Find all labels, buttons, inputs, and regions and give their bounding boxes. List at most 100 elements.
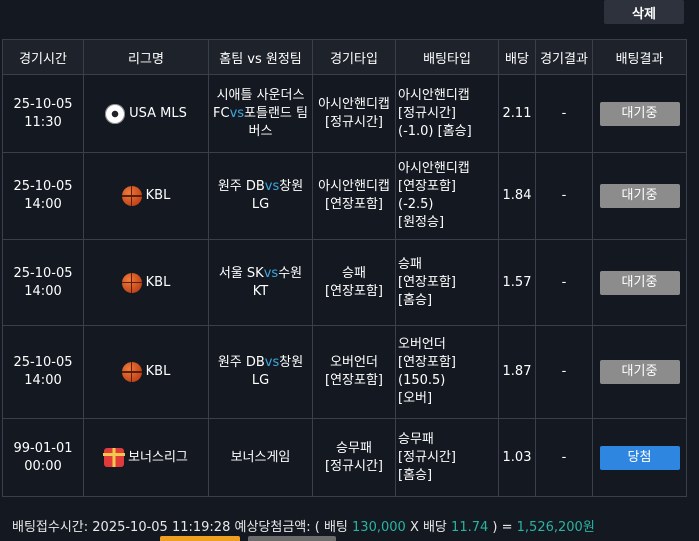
total-odds: 11.74 bbox=[451, 520, 489, 535]
league-name: 보너스리그 bbox=[128, 449, 188, 465]
odds-cell: 1.03 bbox=[498, 418, 536, 497]
game-date: 25-10-05 bbox=[13, 179, 73, 194]
table-row: 25-10-05 14:00 KBL 원주 DBvs창원 LG 오버언더 [연장… bbox=[2, 325, 687, 419]
table-row: 25-10-05 11:30 USA MLS 시애틀 사운더스 FCvs포틀랜드… bbox=[2, 74, 687, 153]
game-type-cell: 아시안핸디캡 [정규시간] bbox=[312, 74, 396, 153]
game-type-cell: 승패 [연장포함] bbox=[312, 239, 396, 326]
game-type: 아시안핸디캡 bbox=[318, 96, 390, 112]
bet-type-line: [연장포함] bbox=[398, 355, 456, 370]
status-badge[interactable]: 대기중 bbox=[599, 101, 680, 126]
equals-label: ) = bbox=[492, 520, 513, 535]
game-time-cell: 25-10-05 14:00 bbox=[2, 152, 84, 240]
bottom-button-partial-orange[interactable] bbox=[160, 536, 240, 541]
bet-amount: 130,000 bbox=[352, 520, 406, 535]
header-game-type: 경기타입 bbox=[312, 39, 396, 75]
bet-result-cell: 대기중 bbox=[592, 74, 687, 153]
table-row: 25-10-05 14:00 KBL 원주 DBvs창원 LG 아시안핸디캡 [… bbox=[2, 152, 687, 240]
game-type: 승무패 bbox=[336, 440, 372, 456]
game-type-cell: 승무패 [정규시간] bbox=[312, 418, 396, 497]
bet-summary: 배팅접수시간: 2025-10-05 11:19:28 예상당첨금액: ( 배팅… bbox=[12, 516, 595, 535]
game-date: 25-10-05 bbox=[13, 96, 73, 112]
game-time-cell: 25-10-05 14:00 bbox=[2, 239, 84, 326]
game-time: 14:00 bbox=[24, 283, 62, 299]
bet-result-cell: 대기중 bbox=[592, 152, 687, 240]
odds-cell: 2.11 bbox=[498, 74, 536, 153]
game-type-cell: 오버언더 [연장포함] bbox=[312, 325, 396, 419]
odds-cell: 1.87 bbox=[498, 325, 536, 419]
match-name: 보너스게임 bbox=[230, 449, 291, 465]
game-period: [정규시간] bbox=[325, 458, 383, 474]
game-date: 25-10-05 bbox=[13, 265, 73, 281]
game-period: [연장포함] bbox=[325, 373, 383, 388]
vs-label: vs bbox=[229, 105, 245, 121]
header-league: 리그명 bbox=[83, 39, 209, 75]
status-badge-win[interactable]: 당첨 bbox=[599, 445, 680, 470]
league-cell: USA MLS bbox=[83, 74, 209, 153]
bottom-button-partial-gray[interactable] bbox=[248, 536, 336, 541]
bet-type-line: 아시안핸디캡 bbox=[398, 87, 470, 103]
header-bet-type: 배팅타입 bbox=[395, 39, 499, 75]
bet-type-line: 승패 bbox=[398, 256, 422, 272]
odds-cell: 1.84 bbox=[498, 152, 536, 240]
delete-button[interactable]: 삭제 bbox=[604, 0, 684, 24]
bet-type-cell: 아시안핸디캡 [연장포함] (-2.5) [원정승] bbox=[395, 152, 499, 240]
bet-type-line: (150.5) bbox=[398, 373, 446, 388]
bet-result-cell: 대기중 bbox=[592, 325, 687, 419]
bet-type-line: 오버언더 bbox=[398, 337, 446, 352]
league-name: KBL bbox=[145, 188, 171, 203]
bet-type-line: [원정승] bbox=[398, 215, 445, 230]
game-time-cell: 99-01-01 00:00 bbox=[2, 418, 84, 497]
game-time: 11:30 bbox=[24, 114, 62, 130]
bet-type-line: 아시안핸디캡 bbox=[398, 161, 470, 176]
teams-cell: 보너스게임 bbox=[208, 418, 313, 497]
game-type-cell: 아시안핸디캡 [연장포함] bbox=[312, 152, 396, 240]
bet-type-cell: 아시안핸디캡 [정규시간] (-1.0) [홈승] bbox=[395, 74, 499, 153]
game-type: 오버언더 bbox=[330, 355, 378, 370]
basketball-icon bbox=[121, 186, 142, 206]
vs-label: vs bbox=[264, 355, 280, 370]
header-odds: 배당 bbox=[498, 39, 536, 75]
game-type: 승패 bbox=[342, 265, 366, 281]
game-result-cell: - bbox=[535, 418, 593, 497]
bet-type-cell: 승패 [연장포함] [홈승] bbox=[395, 239, 499, 326]
header-game-time: 경기시간 bbox=[2, 39, 84, 75]
bet-history-page: 삭제 경기시간 리그명 홈팀 vs 원정팀 경기타입 배팅타입 배당 경기결과 … bbox=[0, 0, 699, 541]
game-time-cell: 25-10-05 11:30 bbox=[2, 74, 84, 153]
home-team: 서울 SK bbox=[218, 265, 264, 281]
table-row: 99-01-01 00:00 보너스리그 보너스게임 승무패 [정규시간] 승무… bbox=[2, 418, 687, 497]
bet-type-line: 승무패 bbox=[398, 431, 434, 447]
header-game-result: 경기결과 bbox=[535, 39, 593, 75]
home-team: 원주 DB bbox=[217, 355, 265, 370]
game-date: 25-10-05 bbox=[13, 355, 73, 370]
gift-box-icon bbox=[103, 448, 126, 467]
basketball-icon bbox=[121, 362, 142, 382]
bet-type-line: [연장포함] bbox=[398, 274, 456, 290]
status-badge[interactable]: 대기중 bbox=[599, 184, 680, 208]
game-date: 99-01-01 bbox=[13, 440, 73, 456]
odds-cell: 1.57 bbox=[498, 239, 536, 326]
game-type: 아시안핸디캡 bbox=[318, 179, 390, 194]
bet-type-line: [연장포함] bbox=[398, 179, 456, 194]
teams-cell: 시애틀 사운더스 FCvs포틀랜드 팀버스 bbox=[208, 74, 313, 153]
game-time: 14:00 bbox=[24, 197, 62, 212]
bet-type-line: [정규시간] bbox=[398, 105, 456, 121]
league-cell: 보너스리그 bbox=[83, 418, 209, 497]
header-bet-result: 배팅결과 bbox=[592, 39, 687, 75]
league-cell: KBL bbox=[83, 325, 209, 419]
bet-type-cell: 오버언더 [연장포함] (150.5) [오버] bbox=[395, 325, 499, 419]
expected-payout-label: 예상당첨금액: ( 배팅 bbox=[234, 520, 348, 535]
bet-type-line: (-1.0) [홈승] bbox=[398, 123, 472, 139]
game-result-cell: - bbox=[535, 152, 593, 240]
bet-type-line: [오버] bbox=[398, 391, 433, 406]
game-result-cell: - bbox=[535, 74, 593, 153]
game-period: [정규시간] bbox=[325, 114, 383, 130]
game-time-cell: 25-10-05 14:00 bbox=[2, 325, 84, 419]
top-bar: 삭제 bbox=[0, 0, 699, 38]
status-badge[interactable]: 대기중 bbox=[599, 360, 680, 384]
bet-type-line: [홈승] bbox=[398, 292, 433, 308]
status-badge[interactable]: 대기중 bbox=[599, 270, 680, 295]
game-result-cell: - bbox=[535, 325, 593, 419]
league-cell: KBL bbox=[83, 152, 209, 240]
vs-label: vs bbox=[264, 179, 280, 194]
table-header-row: 경기시간 리그명 홈팀 vs 원정팀 경기타입 배팅타입 배당 경기결과 배팅결… bbox=[2, 39, 687, 75]
